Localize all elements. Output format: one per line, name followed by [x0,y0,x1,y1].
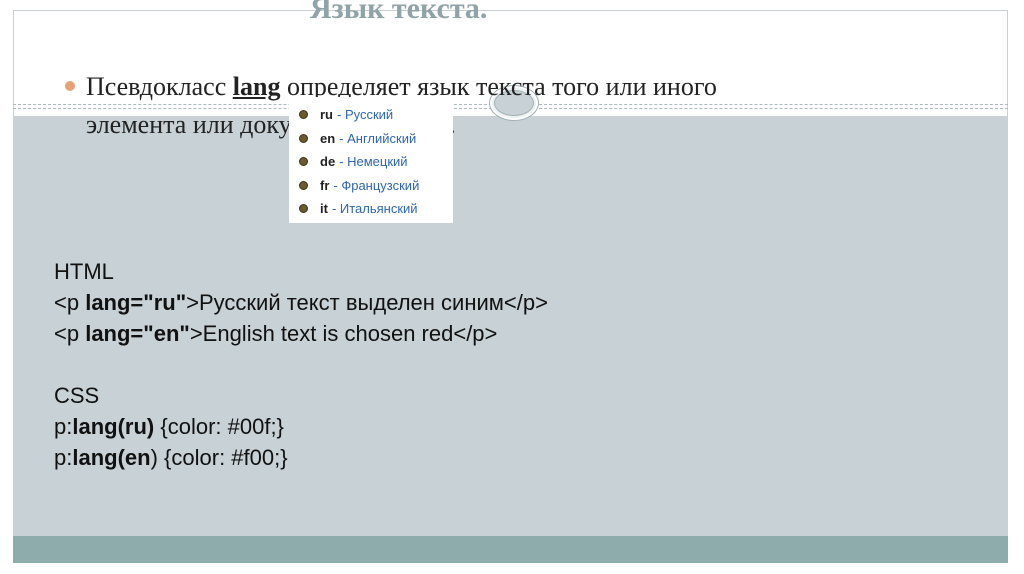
list-item: en - Английский [299,127,453,151]
code-text: p: [54,414,73,439]
language-code: it [320,201,328,217]
slide-title: Язык текста. [310,0,488,25]
bullet-icon [65,81,75,91]
html-label: HTML [54,259,114,284]
css-code-line: p:lang(en) {color: #f00;} [54,442,854,473]
code-text: <p [54,290,86,315]
footer-bar [13,536,1008,563]
code-bold: lang="en" [85,321,190,346]
code-text: >English text is chosen red</p> [189,321,498,346]
code-text: >Русский текст выделен синим</p> [186,290,548,315]
code-text: p: [54,445,73,470]
bullet-icon [299,133,308,143]
language-name: - Итальянский [331,201,418,217]
bullet-icon [299,204,308,214]
language-list-image: ru - Русский en - Английский de - Немецк… [289,97,453,223]
language-code: ru [320,107,333,123]
bullet-icon [299,110,308,120]
language-name: - Немецкий [339,154,408,170]
html-code-line: <p lang="en">English text is chosen red<… [54,318,854,349]
code-bold: lang(en [72,445,151,470]
code-bold: lang="ru" [85,290,187,315]
language-name: - Русский [337,107,394,123]
code-text: {color: #00f;} [154,414,284,439]
code-example: HTML <p lang="ru">Русский текст выделен … [54,256,854,473]
html-code-line: <p lang="ru">Русский текст выделен синим… [54,287,854,318]
list-item: ru - Русский [299,103,453,127]
language-name: - Английский [339,130,417,146]
list-item: de - Немецкий [299,150,453,174]
language-code: en [320,130,336,146]
code-bold: lang(ru) [72,414,155,439]
bullet-text-start: Псевдокласс [86,72,233,101]
css-code-line: p:lang(ru) {color: #00f;} [54,411,854,442]
code-text: <p [54,321,86,346]
language-code: fr [320,177,330,193]
list-item: fr - Французский [299,174,453,198]
bullet-keyword: lang [232,72,281,101]
language-code: de [320,154,336,170]
bullet-icon [299,180,308,190]
list-item: it - Итальянский [299,197,453,221]
css-label: CSS [54,383,100,408]
bullet-icon [299,157,308,167]
code-text: ) {color: #f00;} [150,445,288,470]
language-name: - Французский [333,177,420,193]
